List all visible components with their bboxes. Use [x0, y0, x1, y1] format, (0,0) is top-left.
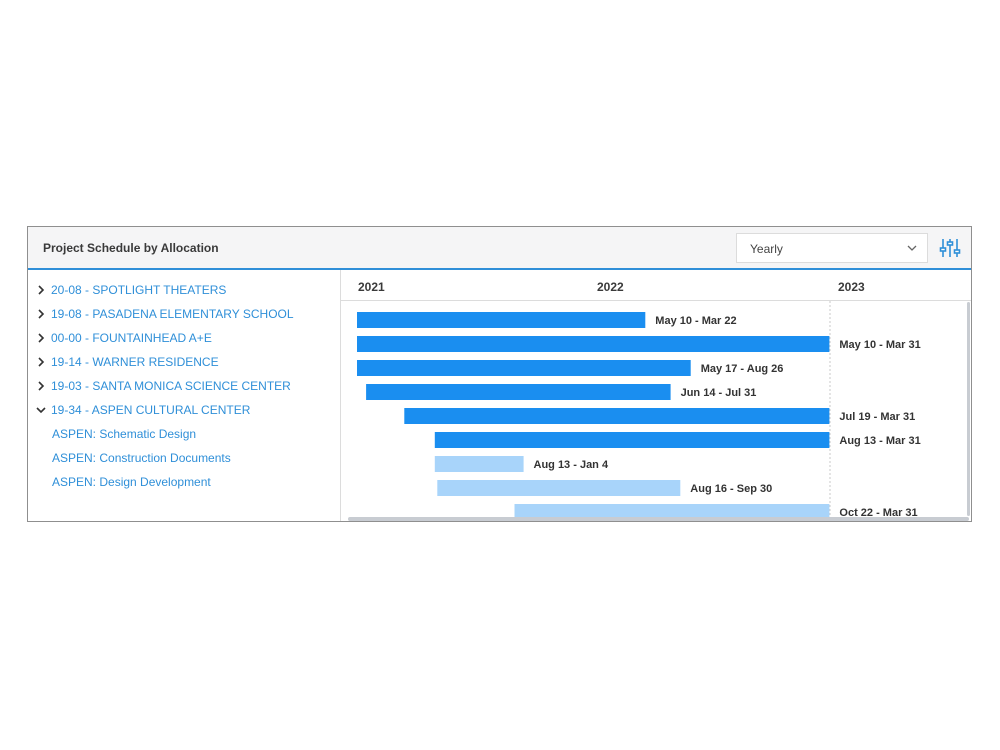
bar-date-label: Aug 13 - Mar 31: [839, 435, 920, 447]
bar-date-label: Jul 19 - Mar 31: [839, 411, 915, 423]
phase-bar[interactable]: [434, 456, 524, 472]
project-bar[interactable]: [404, 408, 830, 424]
phase-row[interactable]: ASPEN: Design Development: [52, 472, 211, 492]
chevron-down-icon: [907, 245, 917, 251]
bar-date-label: May 10 - Mar 22: [655, 315, 736, 327]
row-label: 19-34 - ASPEN CULTURAL CENTER: [51, 403, 251, 417]
row-label: 19-14 - WARNER RESIDENCE: [51, 355, 219, 369]
vertical-scrollbar[interactable]: [967, 302, 970, 516]
chevron-right-icon[interactable]: [35, 356, 47, 368]
bar-date-label: Aug 13 - Jan 4: [534, 459, 609, 471]
project-row[interactable]: 19-08 - PASADENA ELEMENTARY SCHOOL: [35, 304, 294, 324]
phase-row[interactable]: ASPEN: Schematic Design: [52, 424, 196, 444]
row-label: 19-08 - PASADENA ELEMENTARY SCHOOL: [51, 307, 294, 321]
chevron-right-icon[interactable]: [35, 284, 47, 296]
chevron-right-icon[interactable]: [35, 308, 47, 320]
project-bar[interactable]: [357, 360, 691, 376]
year-label-2021: 2021: [358, 280, 385, 294]
project-row[interactable]: 20-08 - SPOTLIGHT THEATERS: [35, 280, 226, 300]
view-select-value: Yearly: [750, 242, 783, 256]
phase-bar[interactable]: [437, 480, 681, 496]
timeline-header: 2021 2022 2023: [341, 270, 971, 301]
year-label-2022: 2022: [597, 280, 624, 294]
year-label-2023: 2023: [838, 280, 865, 294]
row-label: 00-00 - FOUNTAINHEAD A+E: [51, 331, 212, 345]
project-bar[interactable]: [357, 312, 646, 328]
bar-date-label: May 10 - Mar 31: [839, 339, 920, 351]
project-list: 20-08 - SPOTLIGHT THEATERS 19-08 - PASADE…: [28, 270, 341, 521]
row-label: ASPEN: Construction Documents: [52, 451, 231, 465]
widget-title: Project Schedule by Allocation: [43, 241, 219, 255]
project-row[interactable]: 19-34 - ASPEN CULTURAL CENTER: [35, 400, 250, 420]
view-select[interactable]: Yearly: [736, 233, 928, 263]
project-bar[interactable]: [357, 336, 830, 352]
row-label: ASPEN: Schematic Design: [52, 427, 197, 441]
row-label: ASPEN: Design Development: [52, 475, 211, 489]
gantt-chart: May 10 - Mar 22 May 10 - Mar 31 May 17 - A…: [341, 301, 971, 521]
project-schedule-widget: Project Schedule by Allocation Yearly 20…: [27, 226, 972, 522]
project-row[interactable]: 00-00 - FOUNTAINHEAD A+E: [35, 328, 212, 348]
horizontal-scrollbar[interactable]: [348, 517, 969, 521]
chevron-down-icon[interactable]: [35, 404, 47, 416]
phase-row[interactable]: ASPEN: Construction Documents: [52, 448, 231, 468]
chevron-right-icon[interactable]: [35, 332, 47, 344]
sliders-icon[interactable]: [938, 236, 962, 260]
bar-date-label: Aug 16 - Sep 30: [690, 483, 772, 495]
gantt-svg: May 10 - Mar 22 May 10 - Mar 31 May 17 - A…: [357, 301, 921, 521]
row-label: 19-03 - SANTA MONICA SCIENCE CENTER: [51, 379, 291, 393]
row-label: 20-08 - SPOTLIGHT THEATERS: [51, 283, 227, 297]
project-row[interactable]: 19-14 - WARNER RESIDENCE: [35, 352, 219, 372]
project-bar[interactable]: [366, 384, 671, 400]
widget-header: Project Schedule by Allocation Yearly: [28, 227, 971, 270]
project-bar[interactable]: [434, 432, 830, 448]
bar-date-label: May 17 - Aug 26: [701, 363, 784, 375]
project-row[interactable]: 19-03 - SANTA MONICA SCIENCE CENTER: [35, 376, 291, 396]
chevron-right-icon[interactable]: [35, 380, 47, 392]
bar-date-label: Jun 14 - Jul 31: [681, 387, 757, 399]
